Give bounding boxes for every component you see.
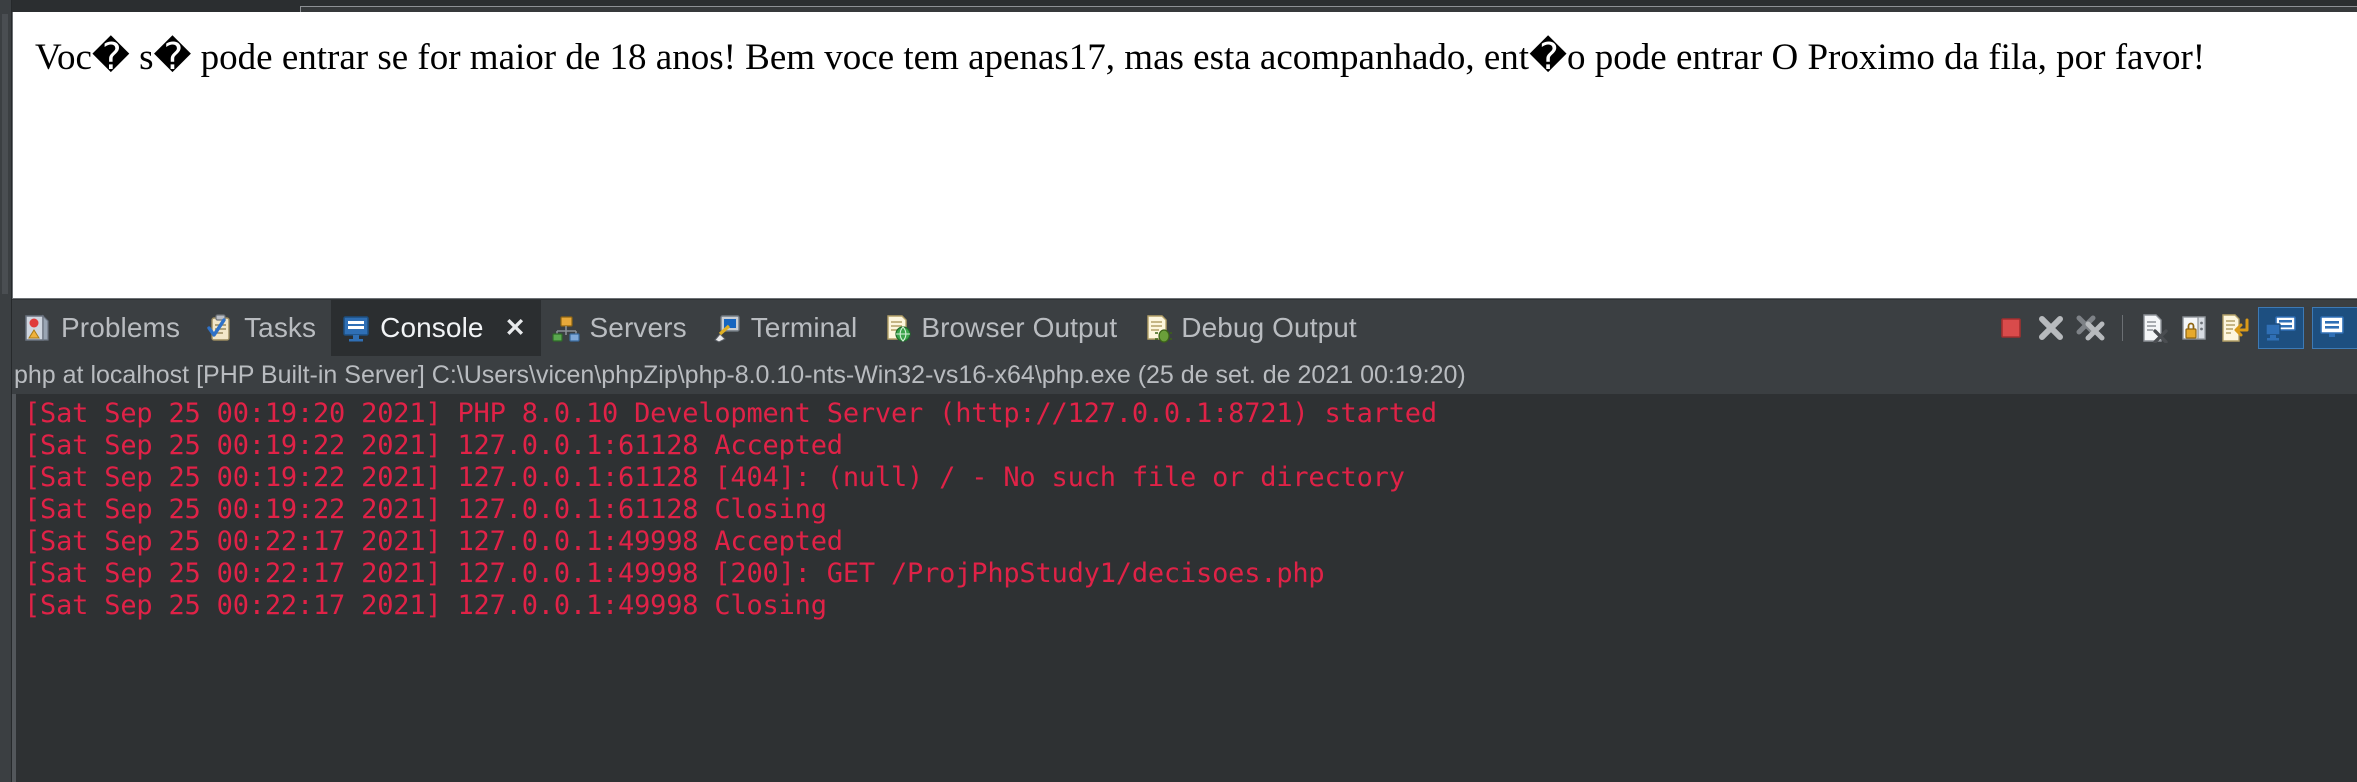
workbench-left-border <box>0 0 12 782</box>
console-view-toolbar <box>1996 300 2357 356</box>
preview-output-text: Voc� s� pode entrar se for maior de 18 a… <box>35 37 2206 78</box>
console-line: [Sat Sep 25 00:19:22 2021] 127.0.0.1:611… <box>24 430 843 461</box>
tab-terminal-label: Terminal <box>750 312 858 343</box>
display-selected-console-button[interactable] <box>2258 307 2304 349</box>
tab-problems-label: Problems <box>61 312 181 343</box>
console-view: Problems Tasks Console ✕ Servers Termina… <box>12 300 2357 782</box>
view-tab-bar: Problems Tasks Console ✕ Servers Termina… <box>12 300 2357 356</box>
tab-browser-output[interactable]: Browser Output <box>872 300 1132 356</box>
tab-console-label: Console <box>380 312 484 343</box>
remove-launch-button[interactable] <box>2036 313 2066 343</box>
tasks-icon <box>205 313 235 343</box>
tab-servers-label: Servers <box>589 312 687 343</box>
toolbar-separator <box>2122 315 2123 341</box>
tab-servers[interactable]: Servers <box>541 300 702 356</box>
console-title: php at localhost [PHP Built-in Server] C… <box>12 356 2357 394</box>
problems-icon <box>22 313 52 343</box>
console-line: [Sat Sep 25 00:22:17 2021] 127.0.0.1:499… <box>24 590 827 621</box>
browser-preview-pane[interactable]: Voc� s� pode entrar se for maior de 18 a… <box>12 12 2357 299</box>
tab-debug-output-label: Debug Output <box>1181 312 1357 343</box>
console-output[interactable]: [Sat Sep 25 00:19:20 2021] PHP 8.0.10 De… <box>12 394 2357 782</box>
tab-console[interactable]: Console ✕ <box>331 300 541 356</box>
terminate-button[interactable] <box>1996 313 2026 343</box>
console-line: [Sat Sep 25 00:19:22 2021] 127.0.0.1:611… <box>24 494 827 525</box>
console-line: [Sat Sep 25 00:22:17 2021] 127.0.0.1:499… <box>24 558 1325 589</box>
console-line: [Sat Sep 25 00:22:17 2021] 127.0.0.1:499… <box>24 526 843 557</box>
servers-icon <box>551 313 581 343</box>
scroll-lock-button[interactable] <box>2179 313 2209 343</box>
terminal-icon <box>712 313 742 343</box>
open-console-button[interactable] <box>2312 307 2357 349</box>
console-icon <box>341 313 371 343</box>
debug-output-icon <box>1142 313 1174 343</box>
view-sash-handle[interactable] <box>2 14 8 294</box>
tab-tasks[interactable]: Tasks <box>195 300 331 356</box>
tab-terminal[interactable]: Terminal <box>702 300 873 356</box>
console-line: [Sat Sep 25 00:19:22 2021] 127.0.0.1:611… <box>24 462 1405 493</box>
tab-tasks-label: Tasks <box>244 312 317 343</box>
console-line: [Sat Sep 25 00:19:20 2021] PHP 8.0.10 De… <box>24 398 1437 429</box>
workbench-top-strip <box>0 0 2357 12</box>
remove-all-terminated-button[interactable] <box>2076 313 2106 343</box>
close-icon[interactable]: ✕ <box>505 315 526 341</box>
clear-console-button[interactable] <box>2139 313 2169 344</box>
tab-browser-output-label: Browser Output <box>921 312 1118 343</box>
tab-problems[interactable]: Problems <box>12 300 195 356</box>
word-wrap-button[interactable] <box>2219 313 2249 343</box>
browser-output-icon <box>882 313 912 343</box>
tab-debug-output[interactable]: Debug Output <box>1132 300 1372 356</box>
